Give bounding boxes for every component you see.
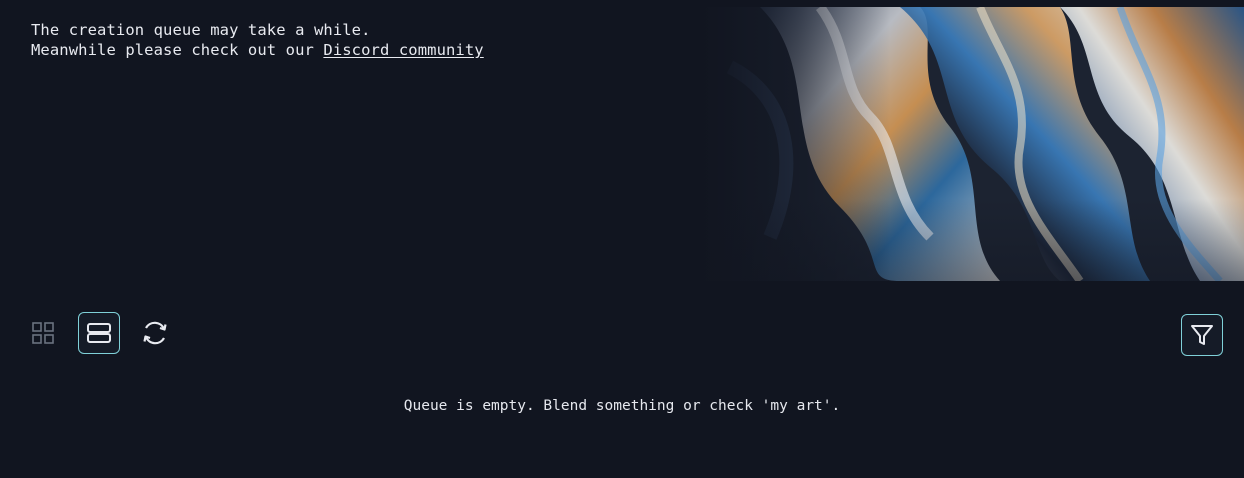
queue-wait-notice: The creation queue may take a while. bbox=[31, 21, 371, 39]
discord-prompt: Meanwhile please check out our Discord c… bbox=[31, 40, 484, 60]
refresh-icon bbox=[143, 321, 167, 345]
filter-button[interactable] bbox=[1181, 314, 1223, 356]
list-view-button[interactable] bbox=[78, 312, 120, 354]
hero-image bbox=[700, 7, 1244, 281]
discord-prompt-prefix: Meanwhile please check out our bbox=[31, 41, 324, 59]
page: The creation queue may take a while. Mea… bbox=[0, 0, 1244, 478]
refresh-button[interactable] bbox=[138, 316, 172, 350]
grid-view-button[interactable] bbox=[28, 318, 58, 348]
filter-icon bbox=[1191, 325, 1213, 345]
queue-empty-message: Queue is empty. Blend something or check… bbox=[403, 398, 841, 414]
rows-icon bbox=[87, 323, 111, 343]
queue-info-banner: The creation queue may take a while. Mea… bbox=[31, 20, 484, 60]
grid-icon bbox=[32, 322, 54, 344]
discord-community-link[interactable]: Discord community bbox=[323, 41, 483, 59]
